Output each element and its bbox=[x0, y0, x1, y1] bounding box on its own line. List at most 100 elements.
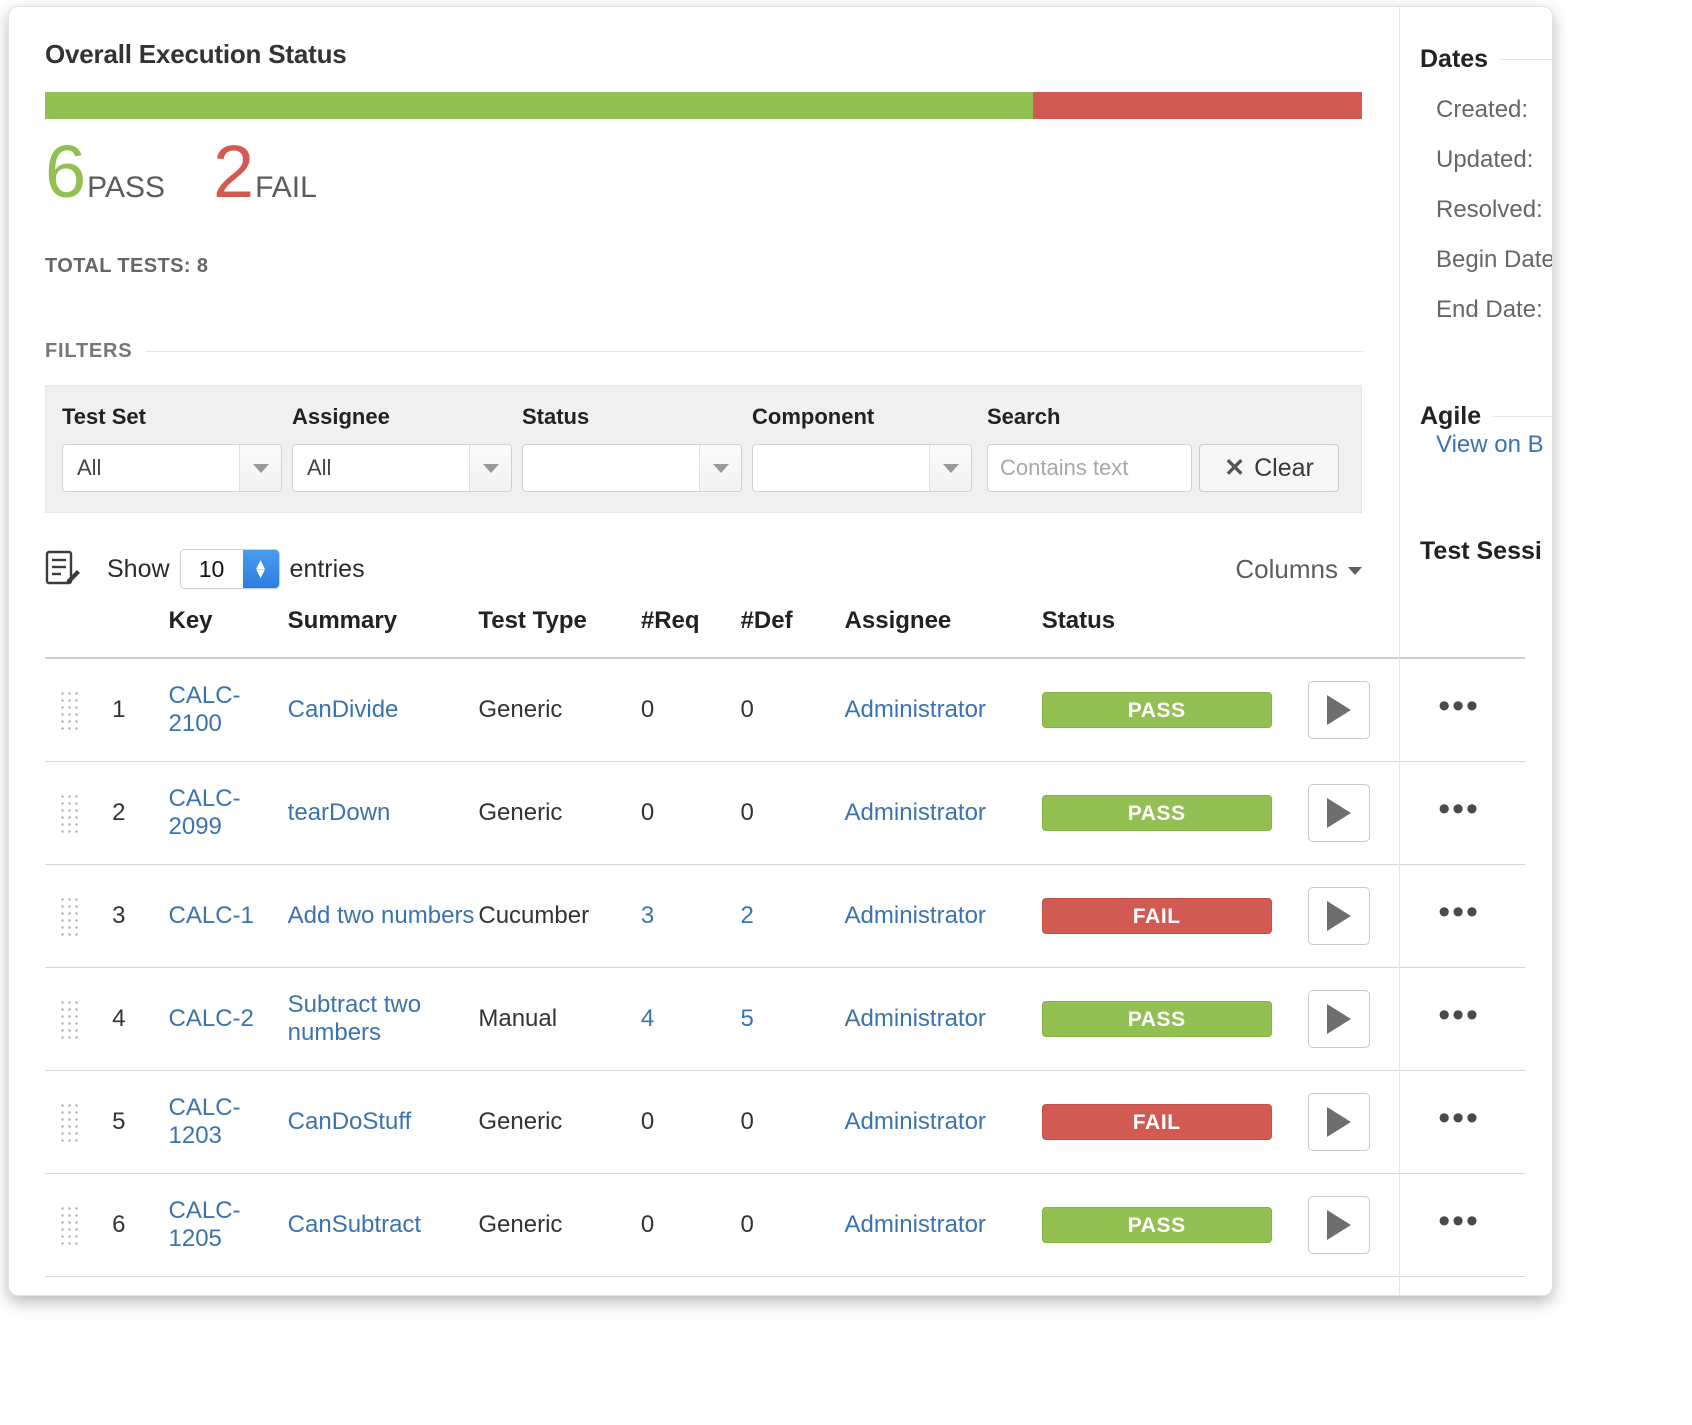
clear-filters-button[interactable]: ✕ Clear bbox=[1199, 444, 1339, 492]
assignee-select[interactable]: All bbox=[292, 444, 512, 492]
test-summary-link[interactable]: CanDivide bbox=[288, 696, 399, 723]
row-test-type: Generic bbox=[478, 1070, 641, 1174]
header-test-type[interactable]: Test Type bbox=[478, 607, 641, 659]
columns-label: Columns bbox=[1235, 553, 1338, 584]
test-execution-card: Overall Execution Status 6 PASS 2 FAIL T… bbox=[8, 6, 1553, 1296]
status-badge[interactable]: PASS bbox=[1041, 1001, 1272, 1037]
run-test-button[interactable] bbox=[1308, 887, 1371, 945]
assignee-link[interactable]: Administrator bbox=[845, 1211, 986, 1238]
req-count-link[interactable]: 4 bbox=[641, 1005, 654, 1032]
row-def-cell: 2 bbox=[740, 864, 845, 968]
row-assignee-cell: Administrator bbox=[844, 1173, 1042, 1277]
total-tests-label: TOTAL TESTS: 8 bbox=[45, 255, 209, 277]
header-summary[interactable]: Summary bbox=[287, 607, 479, 659]
grip-icon bbox=[59, 999, 81, 1039]
run-test-button[interactable] bbox=[1308, 1196, 1371, 1254]
row-drag-handle[interactable] bbox=[45, 864, 113, 968]
assignee-link[interactable]: Administrator bbox=[845, 1108, 986, 1135]
run-test-button[interactable] bbox=[1308, 1093, 1371, 1151]
columns-dropdown[interactable]: Columns bbox=[1235, 554, 1362, 585]
table-row: 4 CALC-2 Subtract two numbers Manual 4 5 Admin… bbox=[45, 967, 1525, 1071]
run-test-button[interactable] bbox=[1308, 784, 1371, 842]
play-icon bbox=[1327, 901, 1352, 931]
status-label: Status bbox=[522, 404, 590, 429]
main-content: Overall Execution Status 6 PASS 2 FAIL T… bbox=[9, 7, 1525, 1295]
status-badge[interactable]: PASS bbox=[1041, 692, 1272, 728]
progress-pass-segment bbox=[45, 92, 1033, 119]
search-input[interactable] bbox=[987, 444, 1192, 492]
test-set-cell: All bbox=[62, 444, 292, 492]
status-select[interactable] bbox=[522, 444, 742, 492]
row-status-cell: PASS bbox=[1041, 967, 1309, 1071]
row-summary-cell: CanDivide bbox=[287, 658, 479, 762]
table-row: 5 CALC-1203 CanDoStuff Generic 0 0 Administrat… bbox=[45, 1070, 1525, 1174]
test-summary-link[interactable]: CanDoStuff bbox=[288, 1108, 412, 1135]
test-key-link[interactable]: CALC-2099 bbox=[169, 785, 241, 840]
test-summary-link[interactable]: tearDown bbox=[288, 799, 391, 826]
clear-label-spacer bbox=[1199, 404, 1345, 430]
assignee-link[interactable]: Administrator bbox=[845, 902, 986, 929]
view-on-board-link[interactable]: View on B bbox=[1420, 431, 1544, 458]
row-test-type: Cucumber bbox=[478, 864, 641, 968]
test-key-link[interactable]: CALC-2100 bbox=[169, 682, 241, 737]
table-header-row: Key Summary Test Type #Req #Def Assignee… bbox=[45, 607, 1525, 659]
row-assignee-cell: Administrator bbox=[844, 761, 1042, 865]
status-badge[interactable]: FAIL bbox=[1041, 1104, 1272, 1140]
header-req[interactable]: #Req bbox=[640, 607, 741, 659]
row-key-cell: CALC-2099 bbox=[168, 761, 288, 865]
assignee-link[interactable]: Administrator bbox=[845, 696, 986, 723]
table-row: 3 CALC-1 Add two numbers Cucumber 3 2 Administ… bbox=[45, 864, 1525, 968]
row-drag-handle[interactable] bbox=[45, 967, 113, 1071]
edit-list-icon[interactable] bbox=[45, 550, 81, 588]
test-summary-link[interactable]: Subtract two numbers bbox=[288, 991, 421, 1046]
row-drag-handle[interactable] bbox=[45, 761, 113, 865]
chevron-down-icon bbox=[929, 445, 971, 491]
row-test-type: Manual bbox=[478, 967, 641, 1071]
status-badge[interactable]: PASS bbox=[1041, 1207, 1272, 1243]
row-req-cell: 0 bbox=[640, 761, 741, 865]
app-screen: Overall Execution Status 6 PASS 2 FAIL T… bbox=[0, 0, 1692, 1425]
row-test-type: Generic bbox=[478, 761, 641, 865]
run-test-button[interactable] bbox=[1308, 990, 1371, 1048]
tests-table-body: 1 CALC-2100 CanDivide Generic 0 0 Administrato… bbox=[45, 658, 1525, 1277]
header-grip bbox=[45, 607, 113, 659]
row-drag-handle[interactable] bbox=[45, 1173, 113, 1277]
test-key-link[interactable]: CALC-2 bbox=[169, 1005, 254, 1032]
header-status[interactable]: Status bbox=[1041, 607, 1309, 659]
test-summary-link[interactable]: Add two numbers bbox=[288, 902, 475, 929]
def-count-link[interactable]: 5 bbox=[741, 1005, 754, 1032]
assignee-link[interactable]: Administrator bbox=[845, 799, 986, 826]
dates-heading-rule bbox=[1500, 59, 1552, 60]
row-summary-cell: tearDown bbox=[287, 761, 479, 865]
assignee-value: All bbox=[307, 455, 332, 480]
assignee-link[interactable]: Administrator bbox=[845, 1005, 986, 1032]
play-icon bbox=[1327, 1210, 1352, 1240]
component-select[interactable] bbox=[752, 444, 972, 492]
entries-select[interactable]: 10 ▲ ▼ bbox=[179, 549, 280, 589]
assignee-label: Assignee bbox=[292, 404, 390, 429]
header-key[interactable]: Key bbox=[168, 607, 288, 659]
row-index: 4 bbox=[112, 967, 169, 1071]
assignee-cell: All bbox=[292, 444, 522, 492]
row-def-cell: 0 bbox=[740, 1070, 845, 1174]
row-drag-handle[interactable] bbox=[45, 1070, 113, 1174]
test-set-select[interactable]: All bbox=[62, 444, 282, 492]
test-key-link[interactable]: CALC-1 bbox=[169, 902, 254, 929]
test-summary-link[interactable]: CanSubtract bbox=[288, 1211, 421, 1238]
status-badge[interactable]: PASS bbox=[1041, 795, 1272, 831]
header-def[interactable]: #Def bbox=[740, 607, 845, 659]
search-label: Search bbox=[987, 404, 1061, 429]
test-key-link[interactable]: CALC-1205 bbox=[169, 1197, 241, 1252]
execution-progress-bar bbox=[45, 92, 1362, 119]
status-badge[interactable]: FAIL bbox=[1041, 898, 1272, 934]
test-key-link[interactable]: CALC-1203 bbox=[169, 1094, 241, 1149]
header-assignee[interactable]: Assignee bbox=[844, 607, 1042, 659]
row-assignee-cell: Administrator bbox=[844, 1070, 1042, 1174]
run-test-button[interactable] bbox=[1308, 681, 1371, 739]
def-count-link[interactable]: 2 bbox=[741, 902, 754, 929]
req-count-link[interactable]: 3 bbox=[641, 902, 654, 929]
row-drag-handle[interactable] bbox=[45, 658, 113, 762]
row-summary-cell: Subtract two numbers bbox=[287, 967, 479, 1071]
fail-label: FAIL bbox=[255, 171, 317, 204]
play-icon bbox=[1327, 1004, 1352, 1034]
